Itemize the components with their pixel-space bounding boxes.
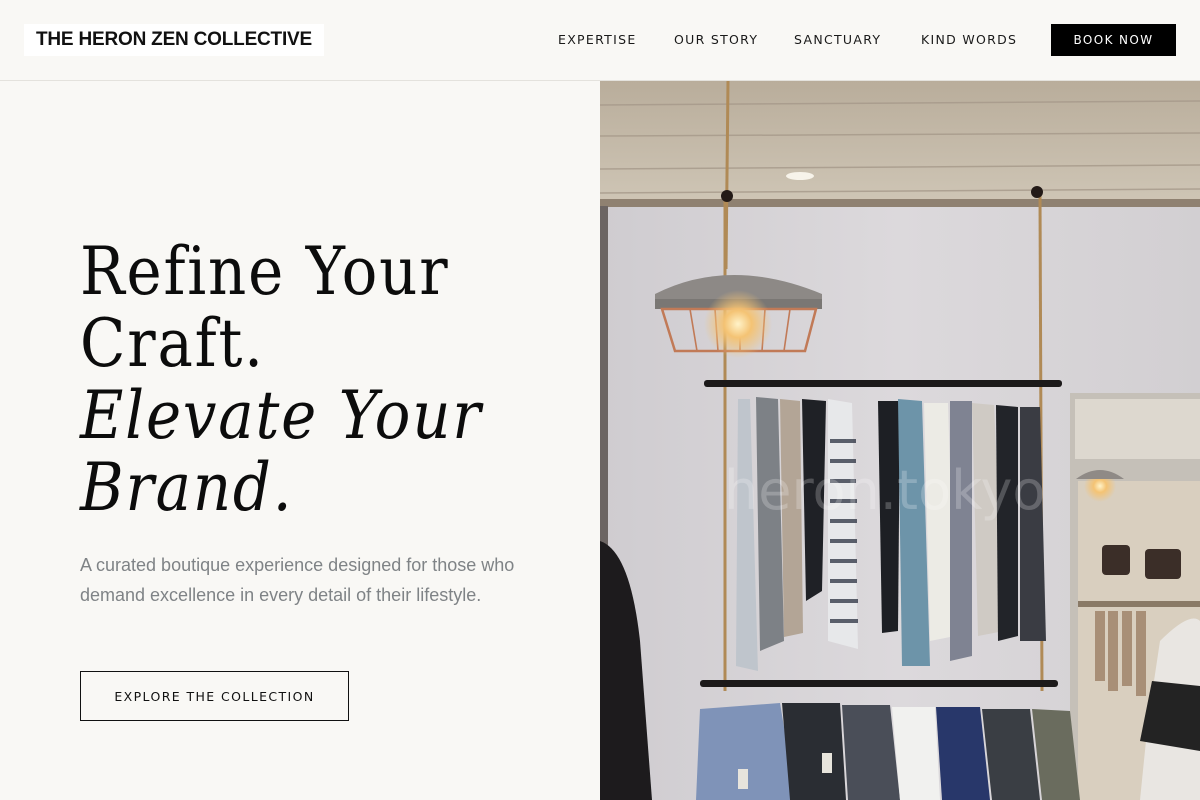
hero-headline: Refine Your Craft. Elevate Your Brand. [80,236,580,524]
book-now-button[interactable]: BOOK NOW [1051,24,1176,56]
explore-collection-button[interactable]: EXPLORE THE COLLECTION [80,671,349,721]
site-header: THE HERON ZEN COLLECTIVE EXPERTISE OUR S… [0,0,1200,81]
nav-link-sanctuary[interactable]: SANCTUARY [794,32,881,47]
hero-subtext: A curated boutique experience designed f… [80,555,515,605]
site-logo[interactable]: THE HERON ZEN COLLECTIVE [24,24,324,56]
nav-link-expertise[interactable]: EXPERTISE [558,32,637,47]
hero-image: heron.tokyo [600,81,1200,800]
nav-link-our-story[interactable]: OUR STORY [674,32,758,47]
headline-line-1: Refine Your [80,233,450,310]
headline-line-3: Elevate Your [80,377,483,454]
headline-line-2: Craft. [80,305,265,382]
image-watermark: heron.tokyo [724,459,1045,522]
boutique-interior-photo: heron.tokyo [600,81,1200,800]
nav-link-kind-words[interactable]: KIND WORDS [921,32,1017,47]
headline-line-4: Brand. [80,449,294,526]
